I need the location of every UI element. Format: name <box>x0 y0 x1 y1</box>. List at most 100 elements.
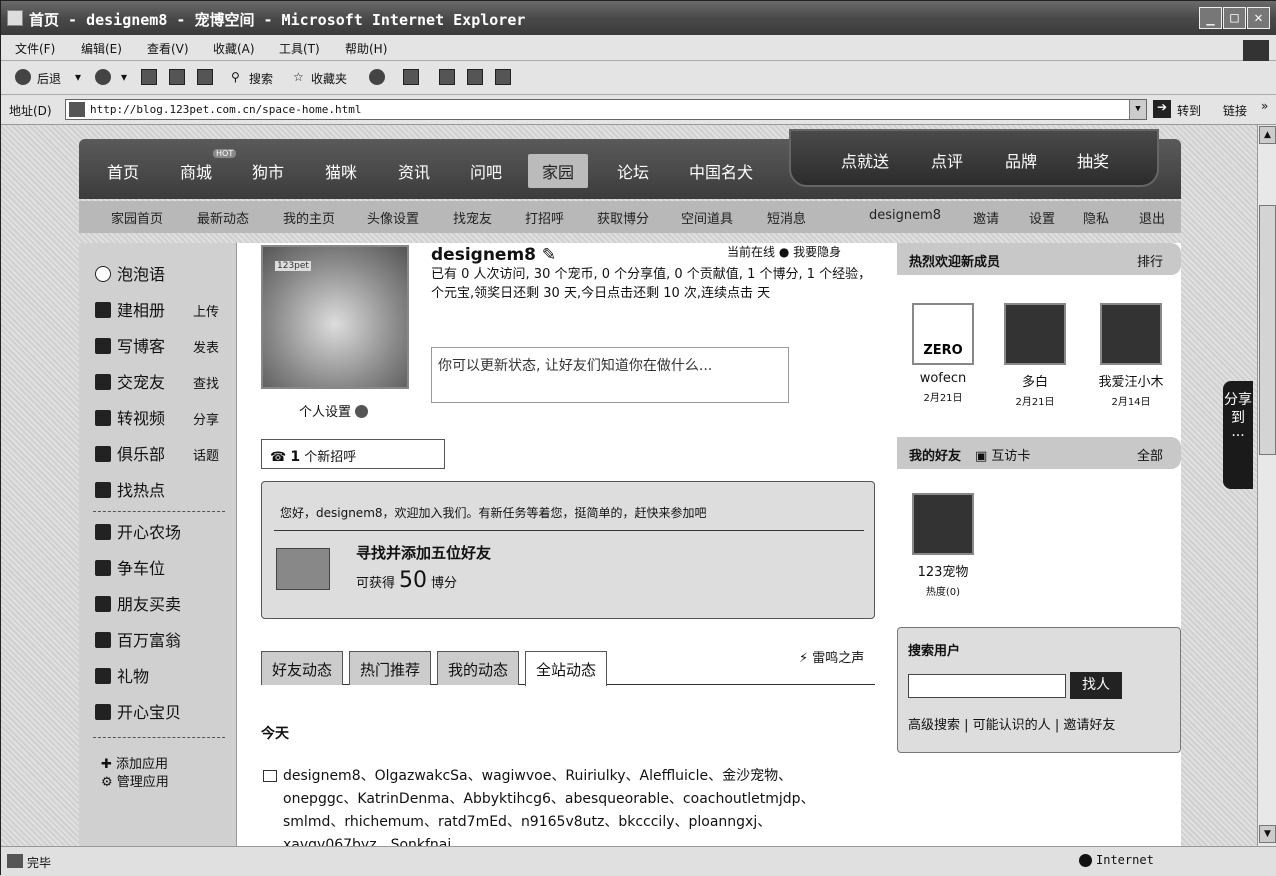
scroll-up-icon[interactable]: ▲ <box>1259 126 1276 144</box>
share-link[interactable]: 分享 <box>193 409 219 428</box>
manage-app-link[interactable]: ⚙ 管理应用 <box>101 771 169 790</box>
scroll-down-icon[interactable]: ▼ <box>1259 825 1276 843</box>
back-arrow-icon[interactable] <box>15 69 31 85</box>
print-icon[interactable] <box>439 69 455 85</box>
tab-hot[interactable]: 热门推荐 <box>349 651 432 685</box>
nav-home-space[interactable]: 家园 <box>528 154 589 188</box>
menu-help[interactable]: 帮助(H) <box>345 40 387 57</box>
links-chevron-icon[interactable]: » <box>1261 99 1268 113</box>
favorites-star-icon[interactable]: ☆ <box>293 70 304 84</box>
edit-icon[interactable] <box>467 69 483 85</box>
hide-icon[interactable]: ● <box>779 245 789 259</box>
member-name[interactable]: wofecn <box>903 371 983 386</box>
invite-friends-link[interactable]: 邀请好友 <box>1063 718 1115 733</box>
left-item-club[interactable]: 俱乐部 话题 <box>95 441 219 465</box>
minimize-button[interactable]: _ <box>1199 7 1222 29</box>
favorites-button[interactable]: 收藏夹 <box>311 70 347 87</box>
people-you-may-know-link[interactable]: 可能认识的人 <box>973 718 1051 733</box>
subnav-logout[interactable]: 退出 <box>1139 208 1165 227</box>
subnav-my-page[interactable]: 我的主页 <box>283 208 335 227</box>
address-dropdown-icon[interactable]: ▼ <box>1129 100 1146 119</box>
media-icon[interactable] <box>369 69 385 85</box>
nav-home[interactable]: 首页 <box>107 159 139 183</box>
subnav-latest[interactable]: 最新动态 <box>197 208 249 227</box>
nav-cats[interactable]: 猫咪 <box>325 159 357 183</box>
friend-avatar[interactable] <box>912 493 974 555</box>
member-avatar[interactable] <box>1004 303 1066 365</box>
app-farm[interactable]: 开心农场 <box>95 519 181 543</box>
back-button[interactable]: 后退 <box>37 70 61 87</box>
new-greetings[interactable]: ☎ 1 个新招呼 <box>261 439 445 469</box>
member-card[interactable]: ZERO wofecn 2月21日 <box>903 303 983 404</box>
status-input[interactable]: 你可以更新状态, 让好友们知道你在做什么... <box>431 347 789 403</box>
visit-card-link[interactable]: ▣ 互访卡 <box>975 445 1030 464</box>
subnav-get-points[interactable]: 获取博分 <box>597 208 649 227</box>
topic-link[interactable]: 话题 <box>193 445 219 464</box>
forward-dropdown-icon[interactable]: ▾ <box>121 70 127 84</box>
home-icon[interactable] <box>197 69 213 85</box>
mail-icon[interactable] <box>403 69 419 85</box>
app-gift[interactable]: 礼物 <box>95 663 149 687</box>
member-name[interactable]: 我爱汪小木 <box>1091 371 1171 390</box>
messenger-icon[interactable] <box>495 69 511 85</box>
left-item-video[interactable]: 转视频 分享 <box>95 405 219 429</box>
menu-favorites[interactable]: 收藏(A) <box>213 40 255 57</box>
subnav-privacy[interactable]: 隐私 <box>1083 208 1109 227</box>
go-arrow-icon[interactable]: ➔ <box>1153 100 1171 118</box>
friend-name[interactable]: 123宠物 <box>903 561 983 580</box>
app-trade-friends[interactable]: 朋友买卖 <box>95 591 181 615</box>
nav-famous-dogs[interactable]: 中国名犬 <box>689 159 753 183</box>
rank-link[interactable]: 排行 <box>1137 251 1163 270</box>
menu-tools[interactable]: 工具(T) <box>279 40 320 57</box>
app-baby[interactable]: 开心宝贝 <box>95 699 181 723</box>
subnav-find-friends[interactable]: 找宠友 <box>453 208 492 227</box>
profile-settings-link[interactable]: 个人设置 <box>299 401 369 420</box>
promo-review[interactable]: 点评 <box>931 148 963 172</box>
advanced-search-link[interactable]: 高级搜索 <box>908 718 960 733</box>
member-card[interactable]: 多白 2月21日 <box>995 303 1075 408</box>
member-avatar[interactable]: ZERO <box>912 303 974 365</box>
menu-edit[interactable]: 编辑(E) <box>81 40 122 57</box>
nav-news[interactable]: 资讯 <box>398 159 430 183</box>
friend-card[interactable]: 123宠物 热度(0) <box>903 493 983 598</box>
vertical-scrollbar[interactable]: ▲ ▼ <box>1257 125 1276 846</box>
scroll-thumb[interactable] <box>1259 205 1276 455</box>
nav-ask[interactable]: 问吧 <box>470 159 502 183</box>
all-friends-link[interactable]: 全部 <box>1137 445 1163 464</box>
add-app-link[interactable]: ✚ 添加应用 <box>101 753 168 772</box>
left-item-hot[interactable]: 找热点 <box>95 477 165 501</box>
subnav-space-home[interactable]: 家园首页 <box>111 208 163 227</box>
user-search-input[interactable] <box>908 674 1066 698</box>
nav-shop[interactable]: 商城 <box>180 159 212 183</box>
stop-icon[interactable] <box>141 69 157 85</box>
member-avatar[interactable] <box>1100 303 1162 365</box>
subnav-messages[interactable]: 短消息 <box>767 208 806 227</box>
subnav-invite[interactable]: 邀请 <box>973 208 999 227</box>
go-button[interactable]: 转到 <box>1177 102 1201 119</box>
settings-dropdown-icon[interactable] <box>355 405 369 418</box>
member-card[interactable]: 我爱汪小木 2月14日 <box>1091 303 1171 408</box>
app-parking[interactable]: 争车位 <box>95 555 165 579</box>
share-widget[interactable]: 分享到 ··· <box>1223 381 1253 489</box>
left-item-friends[interactable]: 交宠友 查找 <box>95 369 219 393</box>
menu-view[interactable]: 查看(V) <box>147 40 189 57</box>
back-dropdown-icon[interactable]: ▾ <box>75 70 81 84</box>
publish-link[interactable]: 发表 <box>193 337 219 356</box>
thunder-link[interactable]: ⚡ 雷鸣之声 <box>799 647 864 666</box>
hide-link[interactable]: 我要隐身 <box>793 245 841 259</box>
upload-link[interactable]: 上传 <box>193 301 219 320</box>
refresh-icon[interactable] <box>169 69 185 85</box>
tab-my-feed[interactable]: 我的动态 <box>437 651 520 685</box>
subnav-username[interactable]: designem8 <box>869 208 941 223</box>
find-user-button[interactable]: 找人 <box>1070 672 1122 699</box>
search-icon[interactable]: ⚲ <box>231 70 240 84</box>
promo-click-send[interactable]: 点就送 <box>841 148 889 172</box>
subnav-settings[interactable]: 设置 <box>1029 208 1055 227</box>
subnav-avatar[interactable]: 头像设置 <box>367 208 419 227</box>
subnav-greet[interactable]: 打招呼 <box>525 208 564 227</box>
profile-avatar[interactable]: 123pet <box>261 245 409 389</box>
task-title[interactable]: 寻找并添加五位好友 <box>356 542 491 563</box>
subnav-props[interactable]: 空间道具 <box>681 208 733 227</box>
forward-arrow-icon[interactable] <box>95 69 111 85</box>
nav-forum[interactable]: 论坛 <box>617 159 649 183</box>
